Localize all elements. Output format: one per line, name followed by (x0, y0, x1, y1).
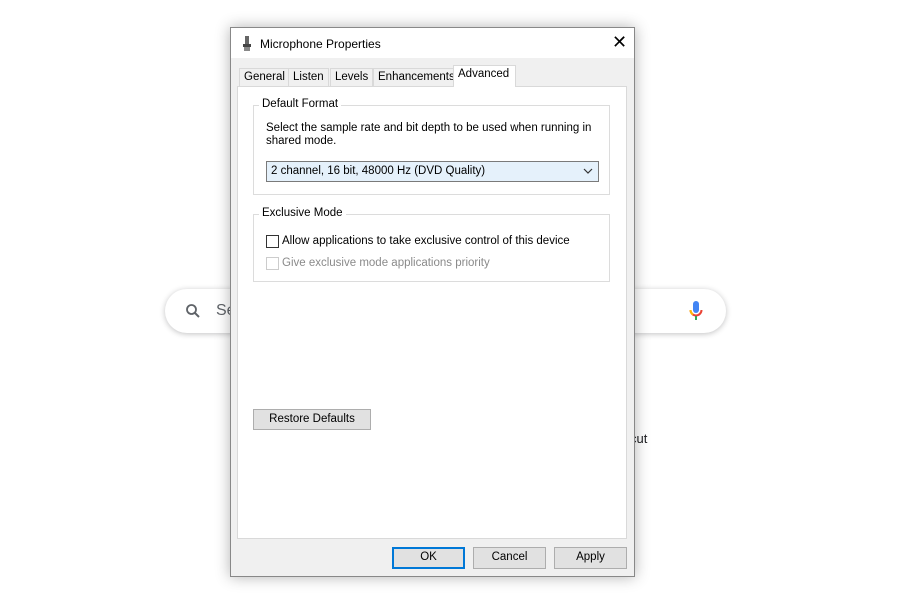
search-icon (186, 304, 200, 318)
microphone-properties-dialog: Microphone Properties ✕ General Listen L… (230, 27, 635, 577)
exclusive-control-checkbox[interactable] (266, 235, 279, 248)
sample-rate-value: 2 channel, 16 bit, 48000 Hz (DVD Quality… (271, 165, 486, 177)
default-format-legend: Default Format (259, 98, 342, 110)
ok-button[interactable]: OK (392, 547, 465, 569)
tab-enhancements[interactable]: Enhancements (373, 68, 460, 86)
cancel-button[interactable]: Cancel (473, 547, 546, 569)
tab-advanced[interactable]: Advanced (453, 65, 516, 87)
tab-levels[interactable]: Levels (330, 68, 374, 86)
restore-defaults-button[interactable]: Restore Defaults (253, 409, 371, 430)
dialog-title: Microphone Properties (260, 37, 381, 51)
sample-rate-dropdown[interactable]: 2 channel, 16 bit, 48000 Hz (DVD Quality… (266, 161, 599, 182)
microphone-icon[interactable] (689, 301, 703, 321)
title-bar: Microphone Properties ✕ (231, 28, 634, 58)
chevron-down-icon (583, 168, 593, 174)
advanced-panel: Default Format Select the sample rate an… (237, 86, 627, 539)
microphone-device-icon (243, 36, 251, 51)
default-format-group: Default Format Select the sample rate an… (253, 98, 610, 195)
default-format-description: Select the sample rate and bit depth to … (266, 122, 592, 147)
apply-button[interactable]: Apply (554, 547, 627, 569)
close-icon[interactable]: ✕ (612, 32, 627, 52)
exclusive-priority-label: Give exclusive mode applications priorit… (282, 257, 490, 269)
tab-listen[interactable]: Listen (288, 68, 329, 86)
exclusive-mode-legend: Exclusive Mode (259, 207, 346, 219)
tab-general[interactable]: General (239, 68, 290, 86)
exclusive-mode-group: Exclusive Mode Allow applications to tak… (253, 207, 610, 282)
exclusive-control-label[interactable]: Allow applications to take exclusive con… (282, 235, 570, 247)
exclusive-priority-checkbox[interactable] (266, 257, 279, 270)
